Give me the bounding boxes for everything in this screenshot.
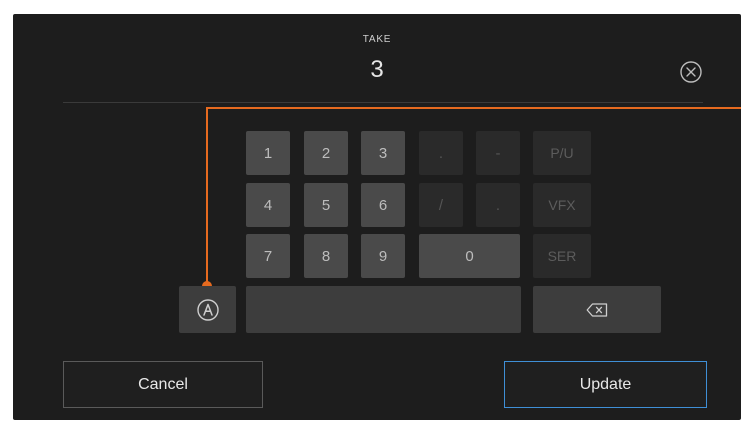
key-1[interactable]: 1 xyxy=(246,131,290,175)
key-series[interactable]: SER xyxy=(533,234,591,278)
key-vfx[interactable]: VFX xyxy=(533,183,591,227)
close-circle-icon[interactable] xyxy=(679,60,703,84)
field-value[interactable]: 3 xyxy=(13,56,741,84)
key-7[interactable]: 7 xyxy=(246,234,290,278)
key-3[interactable]: 3 xyxy=(361,131,405,175)
key-9[interactable]: 9 xyxy=(361,234,405,278)
field-label: TAKE xyxy=(362,34,392,45)
space-bar[interactable] xyxy=(246,286,521,333)
callout-line xyxy=(206,107,208,286)
key-8[interactable]: 8 xyxy=(304,234,348,278)
update-button[interactable]: Update xyxy=(504,361,707,408)
key-slash[interactable]: / xyxy=(419,183,463,227)
key-dash[interactable]: - xyxy=(476,131,520,175)
backspace-button[interactable] xyxy=(533,286,661,333)
keyboard-toggle-button[interactable] xyxy=(179,286,236,333)
letter-a-circle-icon xyxy=(196,298,219,321)
key-dot[interactable]: . xyxy=(419,131,463,175)
key-5[interactable]: 5 xyxy=(304,183,348,227)
key-pickup[interactable]: P/U xyxy=(533,131,591,175)
divider xyxy=(63,102,703,103)
key-0[interactable]: 0 xyxy=(419,234,520,278)
key-6[interactable]: 6 xyxy=(361,183,405,227)
key-period[interactable]: . xyxy=(476,183,520,227)
backspace-icon xyxy=(586,302,608,317)
take-entry-screen: TAKE 3 1 2 3 . - P/U 4 5 6 / . VFX 7 8 9… xyxy=(13,14,741,420)
callout-line xyxy=(206,107,741,109)
key-4[interactable]: 4 xyxy=(246,183,290,227)
cancel-button[interactable]: Cancel xyxy=(63,361,263,408)
key-2[interactable]: 2 xyxy=(304,131,348,175)
